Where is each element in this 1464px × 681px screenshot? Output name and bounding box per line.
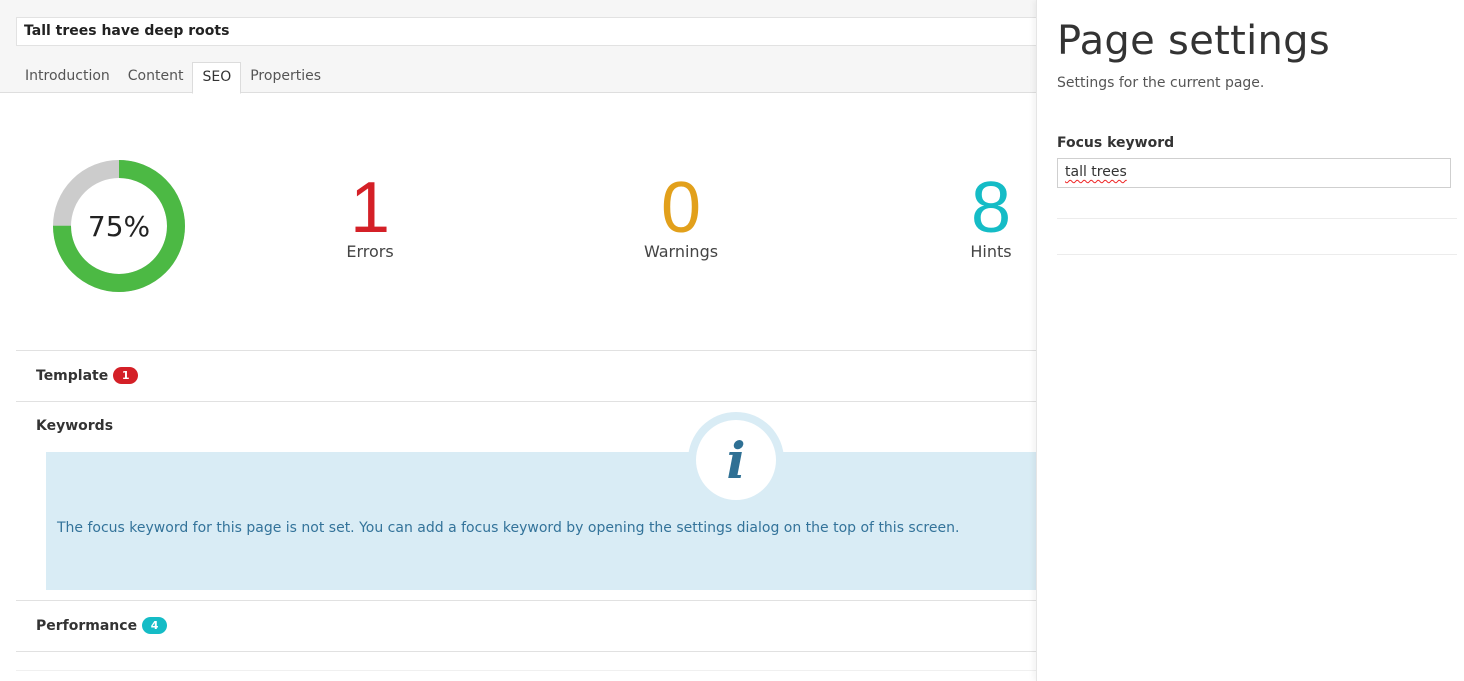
page-name-input[interactable]: Tall trees have deep roots [16, 17, 1036, 46]
tab-properties[interactable]: Properties [241, 62, 330, 93]
tab-introduction[interactable]: Introduction [16, 62, 119, 93]
panel-divider [1057, 218, 1457, 219]
panel-divider [1057, 254, 1457, 255]
hints-count: 8 [970, 168, 1012, 248]
keywords-info-alert: The focus keyword for this page is not s… [46, 452, 1036, 590]
performance-section[interactable]: Performance 4 [16, 600, 1036, 652]
keywords-title: Keywords [36, 418, 114, 434]
hints-stat: 8 Hints [921, 170, 1036, 261]
errors-label: Errors [346, 242, 394, 261]
focus-keyword-label: Focus keyword [1057, 135, 1175, 151]
errors-count: 1 [349, 168, 391, 248]
panel-subtitle: Settings for the current page. [1057, 75, 1265, 91]
panel-title: Page settings [1057, 18, 1330, 64]
template-title: Template [36, 367, 109, 384]
tab-content[interactable]: Content [119, 62, 193, 93]
template-section[interactable]: Template 1 [16, 350, 1036, 401]
template-section-title[interactable]: Template 1 [36, 367, 139, 384]
focus-keyword-input[interactable]: tall trees [1057, 158, 1451, 188]
performance-section-title[interactable]: Performance 4 [36, 617, 168, 634]
editor-header: Tall trees have deep roots Introduction … [0, 0, 1036, 94]
next-section [16, 670, 1036, 681]
performance-hint-badge: 4 [142, 617, 168, 634]
warnings-stat: 0 Warnings [611, 170, 751, 261]
tab-seo[interactable]: SEO [192, 62, 242, 94]
keywords-section-title[interactable]: Keywords [36, 418, 113, 434]
keywords-info-text: The focus keyword for this page is not s… [57, 520, 960, 536]
seo-score-percent: 75% [87, 209, 151, 243]
page-settings-panel: Page settings Settings for the current p… [1036, 0, 1464, 681]
hints-label: Hints [970, 242, 1012, 261]
warnings-count: 0 [660, 168, 702, 248]
info-icon: i [696, 420, 776, 500]
seo-editor: Tall trees have deep roots Introduction … [0, 0, 1036, 681]
focus-keyword-value: tall trees [1065, 164, 1127, 180]
errors-stat: 1 Errors [300, 170, 440, 261]
performance-title: Performance [36, 617, 138, 634]
warnings-label: Warnings [643, 242, 719, 261]
editor-tabs: Introduction Content SEO Properties [16, 62, 330, 94]
template-error-badge: 1 [113, 367, 139, 384]
info-badge: i [688, 412, 784, 508]
